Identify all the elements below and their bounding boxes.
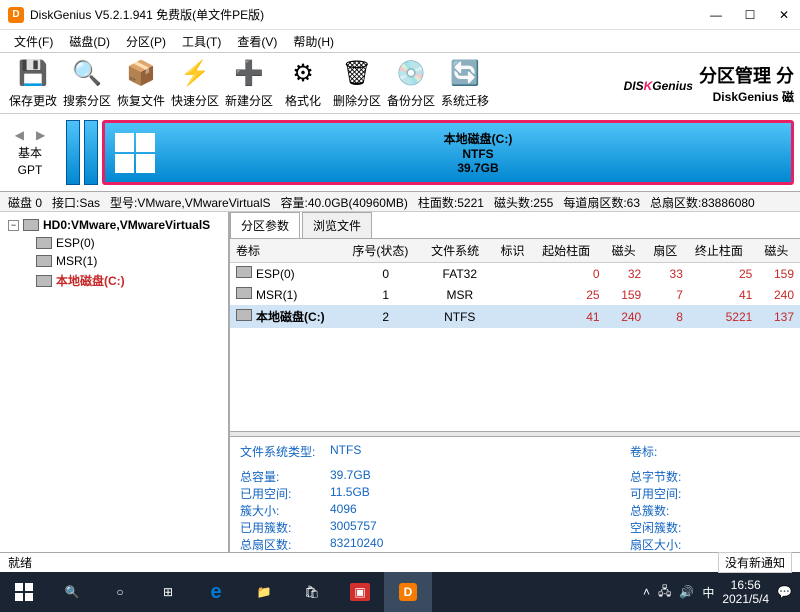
disk-info-bar: 磁盘 0接口:Sas 型号:VMware,VMwareVirtualS容量:40… bbox=[0, 192, 800, 212]
delete-partition-button[interactable]: 🗑删除分区 bbox=[330, 58, 384, 109]
quick-partition-button-icon: ⚡ bbox=[179, 58, 211, 90]
windows-icon bbox=[115, 133, 155, 173]
tree-item-msr[interactable]: MSR(1) bbox=[4, 252, 224, 270]
table-row[interactable]: 本地磁盘(C:)2NTFS4124085221137 bbox=[230, 305, 800, 328]
taskbar: 🔍 ○ ⊞ e 📁 🛍 ▣ D ˄ 🖧 🔊 中 16:562021/5/4 💬 bbox=[0, 572, 800, 612]
diskgenius-taskbar-button[interactable]: D bbox=[384, 572, 432, 612]
backup-partition-button[interactable]: 💿备份分区 bbox=[384, 58, 438, 109]
tray-expand-icon[interactable]: ˄ bbox=[643, 585, 650, 599]
prev-disk-button[interactable]: ◀ bbox=[15, 128, 24, 142]
save-button[interactable]: 💾保存更改 bbox=[6, 58, 60, 109]
partition-icon bbox=[36, 237, 52, 249]
menu-partition[interactable]: 分区(P) bbox=[120, 31, 172, 52]
taskview-button[interactable]: ⊞ bbox=[144, 572, 192, 612]
maximize-button[interactable]: ☐ bbox=[742, 8, 758, 22]
backup-partition-button-icon: 💿 bbox=[395, 58, 427, 90]
action-center-icon[interactable]: 💬 bbox=[777, 585, 792, 599]
partition-bar-main[interactable]: 本地磁盘(C:) NTFS 39.7GB bbox=[102, 120, 794, 185]
brand-area: DISKGenius 分区管理 分DiskGenius 磁 bbox=[624, 62, 794, 105]
store-button[interactable]: 🛍 bbox=[288, 572, 336, 612]
recover-files-button[interactable]: 📦恢复文件 bbox=[114, 58, 168, 109]
explorer-button[interactable]: 📁 bbox=[240, 572, 288, 612]
delete-partition-button-icon: 🗑 bbox=[341, 58, 373, 90]
partition-icon bbox=[36, 275, 52, 287]
tree-item-esp[interactable]: ESP(0) bbox=[4, 234, 224, 252]
partition-details: 文件系统类型:NTFS卷标: 总容量:39.7GB总字节数: 已用空间:11.5… bbox=[230, 437, 800, 552]
new-partition-button[interactable]: ➕新建分区 bbox=[222, 58, 276, 109]
quick-partition-button[interactable]: ⚡快速分区 bbox=[168, 58, 222, 109]
start-button[interactable] bbox=[0, 572, 48, 612]
search-partition-button-icon: 🔍 bbox=[71, 58, 103, 90]
migrate-system-button[interactable]: 🔄系统迁移 bbox=[438, 58, 492, 109]
partition-bar-esp[interactable] bbox=[66, 120, 80, 185]
notification-status[interactable]: 没有新通知 bbox=[718, 552, 792, 573]
window-title: DiskGenius V5.2.1.941 免费版(单文件PE版) bbox=[30, 6, 708, 23]
menu-disk[interactable]: 磁盘(D) bbox=[63, 31, 116, 52]
menu-view[interactable]: 查看(V) bbox=[231, 31, 283, 52]
status-text: 就绪 bbox=[8, 554, 32, 571]
table-row[interactable]: MSR(1)1MSR25159741240 bbox=[230, 284, 800, 305]
tree-root[interactable]: −HD0:VMware,VMwareVirtualS bbox=[4, 216, 224, 234]
menu-tools[interactable]: 工具(T) bbox=[176, 31, 227, 52]
search-button[interactable]: 🔍 bbox=[48, 572, 96, 612]
toolbar: 💾保存更改🔍搜索分区📦恢复文件⚡快速分区➕新建分区⚙格式化🗑删除分区💿备份分区🔄… bbox=[0, 52, 800, 114]
menu-file[interactable]: 文件(F) bbox=[8, 31, 59, 52]
tab-partition-params[interactable]: 分区参数 bbox=[230, 212, 300, 238]
next-disk-button[interactable]: ▶ bbox=[36, 128, 45, 142]
search-partition-button[interactable]: 🔍搜索分区 bbox=[60, 58, 114, 109]
collapse-icon[interactable]: − bbox=[8, 220, 19, 231]
disk-nav: ◀ ▶ 基本 GPT bbox=[0, 114, 60, 191]
format-button[interactable]: ⚙格式化 bbox=[276, 58, 330, 109]
partition-bar-msr[interactable] bbox=[84, 120, 98, 185]
cortana-button[interactable]: ○ bbox=[96, 572, 144, 612]
edge-button[interactable]: e bbox=[192, 572, 240, 612]
clock[interactable]: 16:562021/5/4 bbox=[722, 578, 769, 607]
minimize-button[interactable]: — bbox=[708, 8, 724, 22]
menu-bar: 文件(F) 磁盘(D) 分区(P) 工具(T) 查看(V) 帮助(H) bbox=[0, 30, 800, 52]
disk-icon bbox=[23, 219, 39, 231]
network-icon[interactable]: 🖧 bbox=[658, 582, 671, 603]
menu-help[interactable]: 帮助(H) bbox=[287, 31, 340, 52]
recover-files-button-icon: 📦 bbox=[125, 58, 157, 90]
disk-type-label: 基本 bbox=[18, 144, 42, 161]
partition-icon bbox=[36, 255, 52, 267]
format-button-icon: ⚙ bbox=[287, 58, 319, 90]
pe-app-button[interactable]: ▣ bbox=[336, 572, 384, 612]
table-row[interactable]: ESP(0)0FAT320323325159 bbox=[230, 263, 800, 285]
ime-indicator[interactable]: 中 bbox=[702, 584, 714, 601]
new-partition-button-icon: ➕ bbox=[233, 58, 265, 90]
app-logo: D bbox=[8, 7, 24, 23]
volume-icon[interactable]: 🔊 bbox=[679, 585, 694, 599]
tree-item-c[interactable]: 本地磁盘(C:) bbox=[4, 270, 224, 291]
partition-scheme-label: GPT bbox=[18, 163, 43, 177]
disk-visualization: 本地磁盘(C:) NTFS 39.7GB bbox=[60, 114, 800, 191]
partition-tree: −HD0:VMware,VMwareVirtualS ESP(0) MSR(1)… bbox=[0, 212, 230, 552]
tab-browse-files[interactable]: 浏览文件 bbox=[302, 212, 372, 238]
partition-table: 卷标序号(状态)文件系统 标识起始柱面磁头 扇区终止柱面磁头 ESP(0)0FA… bbox=[230, 239, 800, 328]
close-button[interactable]: ✕ bbox=[776, 8, 792, 22]
migrate-system-button-icon: 🔄 bbox=[449, 58, 481, 90]
save-button-icon: 💾 bbox=[17, 58, 49, 90]
